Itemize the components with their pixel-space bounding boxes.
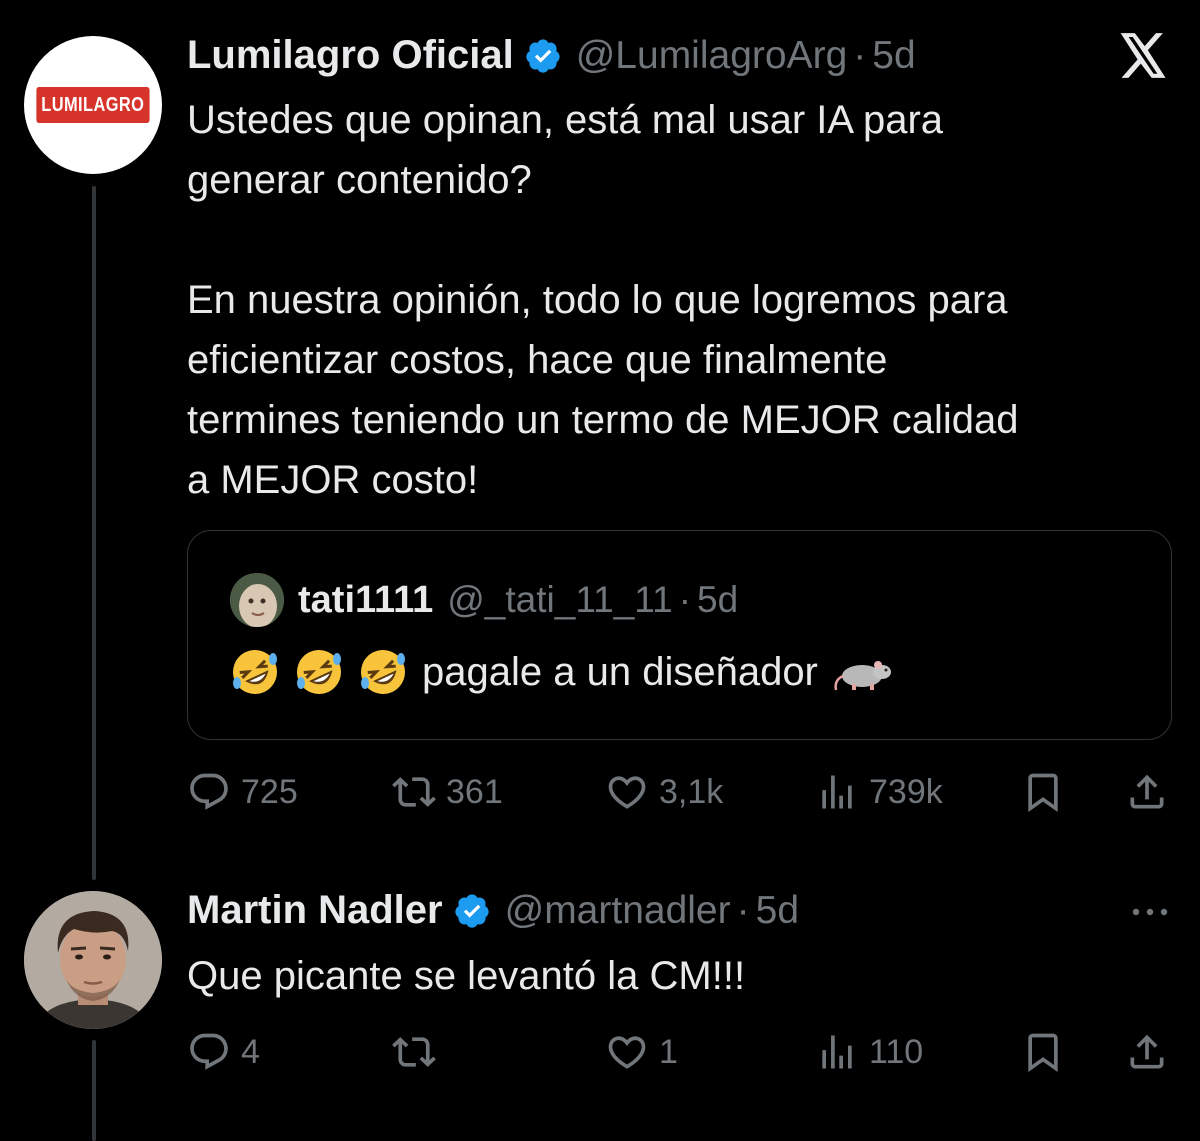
rofl-emoji-icon <box>297 650 341 694</box>
views-count: 739k <box>869 772 943 811</box>
separator: · <box>853 33 867 77</box>
views-button[interactable]: 110 <box>815 1030 923 1074</box>
bookmark-icon <box>1028 773 1058 813</box>
quote-author-handle[interactable]: @_tati_11_11 <box>447 579 672 621</box>
separator: · <box>678 579 692 620</box>
author-handle[interactable]: @LumilagroArg <box>576 34 848 78</box>
like-icon <box>608 776 646 809</box>
separator: · <box>736 888 750 932</box>
repost-icon <box>392 1037 436 1067</box>
martin-nadler-avatar[interactable] <box>24 891 162 1029</box>
rofl-emoji-icon <box>233 650 277 694</box>
share-button[interactable] <box>1125 1030 1169 1074</box>
reply-button[interactable]: 725 <box>187 770 298 814</box>
repost-icon <box>392 777 436 807</box>
tweet1-actions: 725 361 3,1k 739k <box>187 762 1172 822</box>
verified-icon <box>524 37 562 75</box>
like-count: 3,1k <box>659 772 724 811</box>
lumilagro-logo: LUMILAGRO <box>36 87 150 123</box>
views-count: 110 <box>869 1032 924 1071</box>
reply-count: 4 <box>241 1032 260 1071</box>
share-icon <box>1130 1034 1164 1069</box>
author-handle[interactable]: @martnadler <box>505 889 731 933</box>
tweet-text: Que picante se levantó la CM!!! <box>187 954 746 998</box>
quoted-tweet[interactable]: tati1111 @_tati_11_11 · 5d pagale a un d… <box>187 530 1172 740</box>
quote-avatar[interactable] <box>230 573 284 627</box>
like-button[interactable]: 3,1k <box>605 770 723 814</box>
x-logo-icon[interactable] <box>1118 33 1168 84</box>
more-options-button[interactable] <box>1130 902 1170 927</box>
views-icon <box>822 775 852 809</box>
reply-icon <box>190 1033 228 1070</box>
author-name[interactable]: Lumilagro Oficial <box>187 33 514 78</box>
verified-icon <box>453 892 491 930</box>
thread-line-2 <box>92 1040 96 1141</box>
author-name[interactable]: Martin Nadler <box>187 888 443 933</box>
quote-text-row: pagale a un diseñador <box>230 647 894 697</box>
share-icon <box>1130 774 1164 809</box>
reply-button[interactable]: 4 <box>187 1030 260 1074</box>
repost-count: 361 <box>446 772 503 811</box>
quote-header: tati1111 @_tati_11_11 · 5d <box>230 573 738 627</box>
bookmark-icon <box>1028 1033 1058 1073</box>
repost-button[interactable]: 361 <box>392 770 503 814</box>
quote-author-name[interactable]: tati1111 <box>298 579 433 622</box>
reply-icon <box>190 773 228 810</box>
rofl-emoji-icon <box>361 650 405 694</box>
more-icon <box>1132 908 1168 916</box>
thread-line-1 <box>92 186 96 880</box>
tweet2-header: Martin Nadler @martnadler · 5d <box>187 888 799 933</box>
quote-timestamp: 5d <box>697 579 739 620</box>
timestamp[interactable]: 5d <box>756 889 799 933</box>
bookmark-button[interactable] <box>1021 770 1065 814</box>
repost-button[interactable] <box>392 1030 446 1074</box>
like-count: 1 <box>659 1032 678 1071</box>
tweet1-header: Lumilagro Oficial @LumilagroArg · 5d <box>187 33 916 78</box>
tweet-text: Ustedes que opinan, está mal usar IA par… <box>187 98 1019 502</box>
lumilagro-avatar[interactable]: LUMILAGRO <box>24 36 162 174</box>
like-icon <box>608 1036 646 1069</box>
quote-text: pagale a un diseñador <box>422 649 818 694</box>
tweet2-actions: 4 1 110 <box>187 1022 1172 1082</box>
like-button[interactable]: 1 <box>605 1030 678 1074</box>
rat-emoji-icon <box>834 661 891 691</box>
reply-count: 725 <box>241 772 298 811</box>
bookmark-button[interactable] <box>1021 1030 1065 1074</box>
views-icon <box>822 1035 852 1069</box>
views-button[interactable]: 739k <box>815 770 943 814</box>
timestamp[interactable]: 5d <box>872 34 915 78</box>
share-button[interactable] <box>1125 770 1169 814</box>
